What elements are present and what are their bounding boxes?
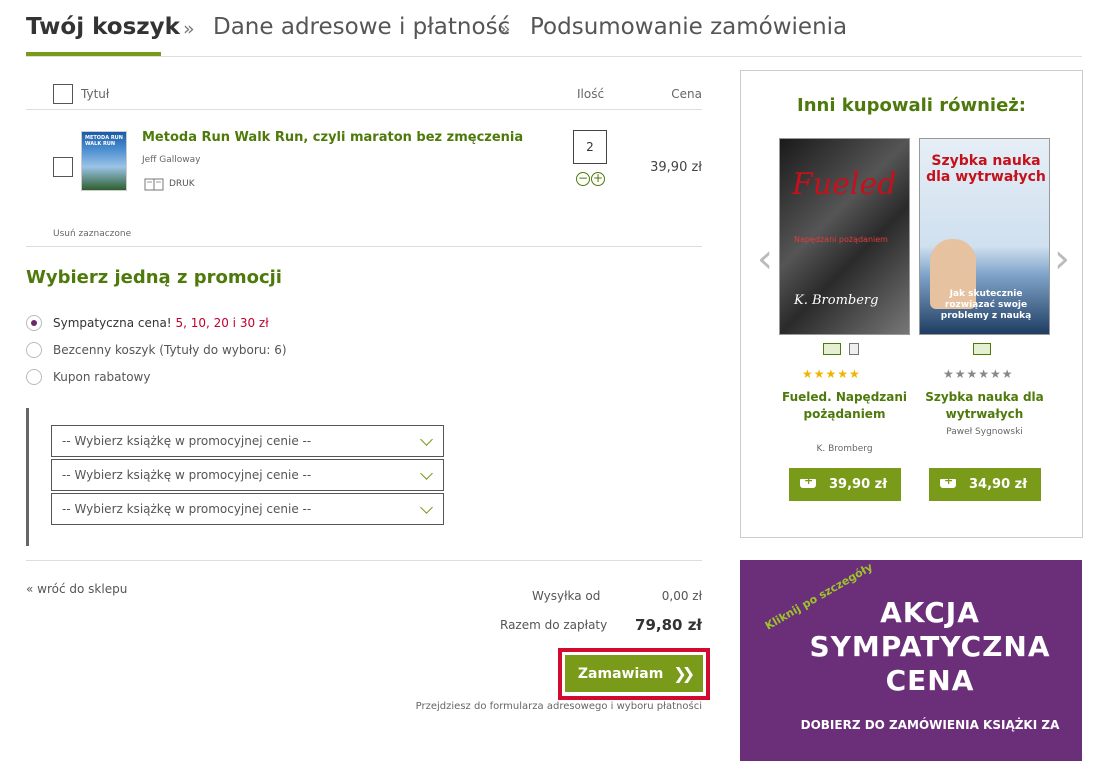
rating-stars: ★★★★★ xyxy=(802,367,861,381)
double-chevron-icon: ❯❯ xyxy=(673,664,695,683)
step-address-payment: Dane adresowe i płatność xyxy=(213,14,511,40)
carousel-next-icon[interactable]: › xyxy=(1054,236,1070,282)
decrease-qty-icon[interactable]: − xyxy=(576,172,590,186)
promo-book-select[interactable]: -- Wybierz książkę w promocyjnej cenie -… xyxy=(51,459,444,491)
banner-subline: DOBIERZ DO ZAMÓWIENIA KSIĄŻKI ZA xyxy=(800,718,1060,732)
cart-icon xyxy=(797,474,819,493)
book-cover-thumb[interactable]: METODA RUN WALK RUN xyxy=(81,131,127,191)
promo-banner[interactable]: Kliknij po szczegóły AKCJA SYMPATYCZNA C… xyxy=(740,560,1082,761)
book-icon xyxy=(823,343,841,355)
banner-headline: AKCJA SYMPATYCZNA CENA xyxy=(809,596,1051,697)
col-title: Tytuł xyxy=(81,87,110,101)
select-group-bar xyxy=(26,408,29,546)
order-button-label: Zamawiam xyxy=(577,665,664,682)
rec-author: Paweł Sygnowski xyxy=(946,427,1023,437)
cart-icon xyxy=(937,474,959,493)
rec-price: 39,90 zł xyxy=(829,477,888,492)
quantity-input[interactable]: 2 xyxy=(573,130,607,164)
order-note: Przejdziesz do formularza adresowego i w… xyxy=(415,701,702,712)
cover-subtitle: Jak skutecznie rozwiązać swoje problemy … xyxy=(940,289,1032,321)
col-qty: Ilość xyxy=(577,87,605,101)
active-step-underline xyxy=(26,52,161,56)
promo-book-select[interactable]: -- Wybierz książkę w promocyjnej cenie -… xyxy=(51,425,444,457)
remove-selected-link[interactable]: Usuń zaznaczone xyxy=(53,229,131,239)
total-label: Razem do zapłaty xyxy=(500,618,608,632)
cover-subtitle: Napędzani pożądaniem xyxy=(794,235,888,244)
book-title-link[interactable]: Metoda Run Walk Run, czyli maraton bez z… xyxy=(142,130,523,145)
radio-label[interactable]: Kupon rabatowy xyxy=(53,370,150,384)
radio-bezcenny-koszyk[interactable] xyxy=(26,342,42,358)
cart-table: Tytuł Ilość Cena METODA RUN WALK RUN Met… xyxy=(26,70,702,239)
rec-author: K. Bromberg xyxy=(816,444,873,454)
ebook-icon xyxy=(849,343,859,355)
col-price: Cena xyxy=(671,87,702,101)
item-price: 39,90 zł xyxy=(650,160,702,175)
radio-sympatyczna-cena[interactable] xyxy=(26,315,42,331)
price-highlight: 5, 10, 20 i 30 zł xyxy=(175,316,269,330)
add-to-cart-button[interactable]: 34,90 zł xyxy=(929,468,1041,501)
cover-text: METODA RUN WALK RUN xyxy=(85,135,123,147)
carousel-prev-icon[interactable]: ‹ xyxy=(757,236,773,282)
item-checkbox[interactable] xyxy=(53,157,73,177)
checkout-steps: Twój koszyk » Dane adresowe i płatność »… xyxy=(26,0,1082,57)
book-icon xyxy=(973,343,991,355)
shipping-value: 0,00 zł xyxy=(661,589,702,603)
step-separator: » xyxy=(499,18,511,40)
book-cover-fueled[interactable]: Fueled Napędzani pożądaniem K. Bromberg xyxy=(779,138,910,335)
order-button[interactable]: Zamawiam ❯❯ xyxy=(565,655,703,692)
select-all-checkbox[interactable] xyxy=(53,84,73,104)
book-icon xyxy=(144,178,164,191)
book-cover-szybka-nauka[interactable]: Szybka nauka dla wytrwałych Jak skuteczn… xyxy=(919,138,1050,335)
promo-title: Wybierz jedną z promocji xyxy=(26,267,282,288)
shipping-label: Wysyłka od xyxy=(532,589,601,603)
format-label: DRUK xyxy=(169,179,195,189)
add-to-cart-button[interactable]: 39,90 zł xyxy=(789,468,901,501)
rec-title-link[interactable]: Fueled. Napędzani pożądaniem xyxy=(779,389,910,423)
book-author: Jeff Galloway xyxy=(142,155,201,165)
rec-price: 34,90 zł xyxy=(969,477,1028,492)
formats xyxy=(823,343,859,355)
rating-stars: ★★★★★★ xyxy=(943,367,1014,381)
increase-qty-icon[interactable]: + xyxy=(591,172,605,186)
radio-label[interactable]: Bezcenny koszyk (Tytuły do wyboru: 6) xyxy=(53,343,287,357)
total-value: 79,80 zł xyxy=(635,616,702,634)
cart-row: METODA RUN WALK RUN Metoda Run Walk Run,… xyxy=(26,110,702,210)
formats xyxy=(973,343,991,355)
step-separator: » xyxy=(183,18,195,40)
divider xyxy=(26,246,702,247)
cover-title: Szybka nauka dla wytrwałych xyxy=(926,153,1046,185)
radio-kupon-rabatowy[interactable] xyxy=(26,369,42,385)
book-format: DRUK xyxy=(144,177,195,191)
cart-header: Tytuł Ilość Cena xyxy=(26,70,702,110)
rec-title-link[interactable]: Szybka nauka dla wytrwałych xyxy=(919,389,1050,423)
step-summary: Podsumowanie zamówienia xyxy=(530,14,848,40)
radio-label[interactable]: Sympatyczna cena! 5, 10, 20 i 30 zł xyxy=(53,316,269,330)
cover-author: K. Bromberg xyxy=(794,293,879,308)
step-cart: Twój koszyk xyxy=(26,14,180,40)
recommendations-panel: Inni kupowali również: ‹ › Fueled Napędz… xyxy=(740,70,1083,538)
cover-title: Fueled xyxy=(792,167,897,202)
recommendations-title: Inni kupowali również: xyxy=(797,95,1026,116)
divider xyxy=(26,560,702,561)
promo-book-select[interactable]: -- Wybierz książkę w promocyjnej cenie -… xyxy=(51,493,444,525)
back-to-shop-link[interactable]: « wróć do sklepu xyxy=(26,582,127,596)
